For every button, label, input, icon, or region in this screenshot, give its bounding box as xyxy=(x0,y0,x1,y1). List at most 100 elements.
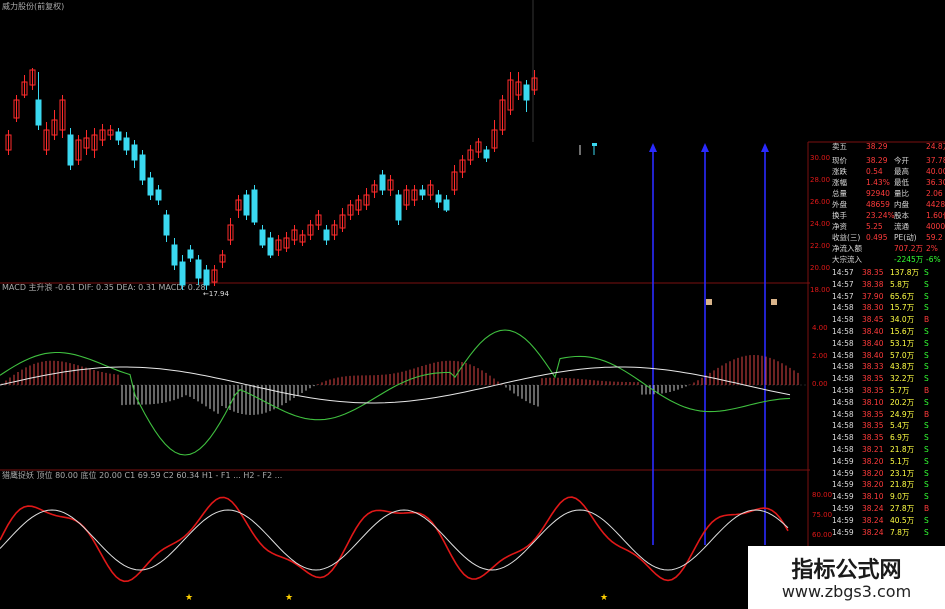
tick-volume: 27.8万 xyxy=(890,504,915,513)
candle xyxy=(459,155,466,178)
marker-icon xyxy=(771,299,777,305)
quote-row: 总量 92940 量比 2.06 xyxy=(832,189,944,199)
quote-extra: 36.30 xyxy=(926,178,945,187)
tick-time: 14:58 xyxy=(832,374,854,384)
quote-label: 涨幅 xyxy=(832,178,847,187)
candle-body xyxy=(443,199,450,211)
candlestick-series xyxy=(5,68,597,290)
tick-side: B xyxy=(924,409,930,419)
watermark-url: www.zbgs3.com xyxy=(781,582,912,601)
kdj-k-line xyxy=(0,496,789,583)
tick-time: 14:59 xyxy=(832,492,854,502)
candle xyxy=(123,132,130,155)
tick-row: 14:59 38.20 21.8万 S xyxy=(832,480,944,490)
signal-arrow-icon xyxy=(761,143,769,152)
tick-row: 14:57 38.35 137.8万 S xyxy=(832,268,944,278)
tick-row: 14:58 38.35 32.2万 S xyxy=(832,374,944,384)
tick-time: 14:58 xyxy=(832,397,854,407)
quote-row: 大宗流入 -2245万 -6% xyxy=(832,255,944,265)
candle-body xyxy=(435,194,442,203)
tick-row: 14:58 38.35 5.7万 B xyxy=(832,386,944,396)
candle xyxy=(491,120,498,152)
quote-subvalue: -2245万 xyxy=(894,255,924,264)
quote-row: 换手 23.24%股本 1.60亿 xyxy=(832,211,945,221)
candle xyxy=(427,180,434,200)
tick-price: 38.40 xyxy=(862,327,884,336)
tick-volume: 20.2万 xyxy=(890,397,915,407)
quote-value: 23.24% xyxy=(866,211,895,220)
quote-extra: 1.60亿 xyxy=(926,211,945,220)
chart-canvas[interactable]: 威力股份(前复权) MACD 主升浪 -0.61 DIF: 0.35 DEA: … xyxy=(0,0,945,609)
tick-side: S xyxy=(924,338,929,348)
kdj-indicator: ★ ★ ★ xyxy=(0,496,789,603)
quote-value: 0.495 xyxy=(866,233,888,242)
tick-row: 14:58 38.40 53.1万 S xyxy=(832,339,944,349)
candle xyxy=(331,220,338,240)
macd-panel-title: MACD 主升浪 -0.61 DIF: 0.35 DEA: 0.31 MACD:… xyxy=(2,282,206,292)
candle xyxy=(107,125,114,140)
tick-side: S xyxy=(924,421,929,431)
watermark-title: 指标公式网 xyxy=(791,558,902,583)
tick-price: 38.20 xyxy=(862,480,884,490)
quote-value: 38.29 xyxy=(866,156,888,165)
quote-subvalue: 最高 xyxy=(894,167,909,176)
candle xyxy=(13,95,20,122)
tick-volume: 15.6万 xyxy=(890,327,915,336)
kdj-d-line xyxy=(0,509,789,571)
candle xyxy=(147,172,154,200)
tick-price: 38.24 xyxy=(862,515,884,525)
tick-time: 14:59 xyxy=(832,527,854,537)
tick-price: 38.33 xyxy=(862,362,884,372)
price-axis: 30.00 28.00 26.00 24.00 22.00 20.00 18.00 xyxy=(810,154,830,294)
candle-body xyxy=(179,261,186,286)
price-tick-label: 24.00 xyxy=(810,220,830,228)
candle xyxy=(251,185,258,225)
tick-side: S xyxy=(924,291,929,301)
candle xyxy=(187,245,194,262)
candle xyxy=(475,138,482,158)
quote-subvalue: 股本 xyxy=(894,211,909,220)
macd-axis: 4.00 2.00 0.00 xyxy=(812,324,828,388)
candle-body xyxy=(131,144,138,161)
candle-body xyxy=(115,131,122,141)
tick-price: 38.35 xyxy=(862,374,884,384)
quote-label: 净流入额 xyxy=(832,244,862,253)
tick-row: 14:58 38.33 43.8万 S xyxy=(832,362,944,372)
tick-row: 14:59 38.20 5.1万 S xyxy=(832,457,944,467)
candle xyxy=(467,145,474,165)
quote-extra: -6% xyxy=(926,255,941,264)
candle-body xyxy=(67,134,74,166)
tick-price: 38.21 xyxy=(862,445,884,454)
candle xyxy=(299,230,306,246)
candle xyxy=(379,170,386,195)
tick-price: 38.10 xyxy=(862,492,884,502)
tick-time: 14:58 xyxy=(832,386,854,395)
quote-value: 92940 xyxy=(866,189,890,198)
tick-volume: 34.0万 xyxy=(890,315,915,325)
tick-side: S xyxy=(924,327,929,336)
tick-time: 14:59 xyxy=(832,480,854,490)
candle xyxy=(219,250,226,268)
quote-label: 外盘 xyxy=(832,200,847,209)
quote-label: 换手 xyxy=(832,211,847,220)
quote-subvalue: 今开 xyxy=(894,156,909,165)
macd-indicator xyxy=(0,329,808,456)
star-icon: ★ xyxy=(185,593,193,603)
quote-row: 涨跌 0.54 最高 40.00 xyxy=(832,167,945,177)
tick-time: 14:58 xyxy=(832,303,854,313)
quote-row: 外盘 48659 内盘 44281 xyxy=(832,200,945,210)
quote-extra: 59.2 xyxy=(926,233,943,242)
tick-side: S xyxy=(924,350,929,360)
candle xyxy=(323,225,330,245)
candle xyxy=(155,185,162,205)
quote-label: 收益(三) xyxy=(832,233,861,242)
candle xyxy=(139,150,146,185)
tick-volume: 9.0万 xyxy=(890,492,910,502)
candle xyxy=(171,238,178,270)
quote-row: 收益(三) 0.495 PE(动) 59.2 xyxy=(832,233,944,243)
quote-row: 卖五 38.29 24.8万 xyxy=(832,142,945,152)
candle-body xyxy=(419,189,426,196)
candle xyxy=(115,128,122,145)
candle-body xyxy=(243,194,250,216)
tick-time: 14:58 xyxy=(832,327,854,336)
